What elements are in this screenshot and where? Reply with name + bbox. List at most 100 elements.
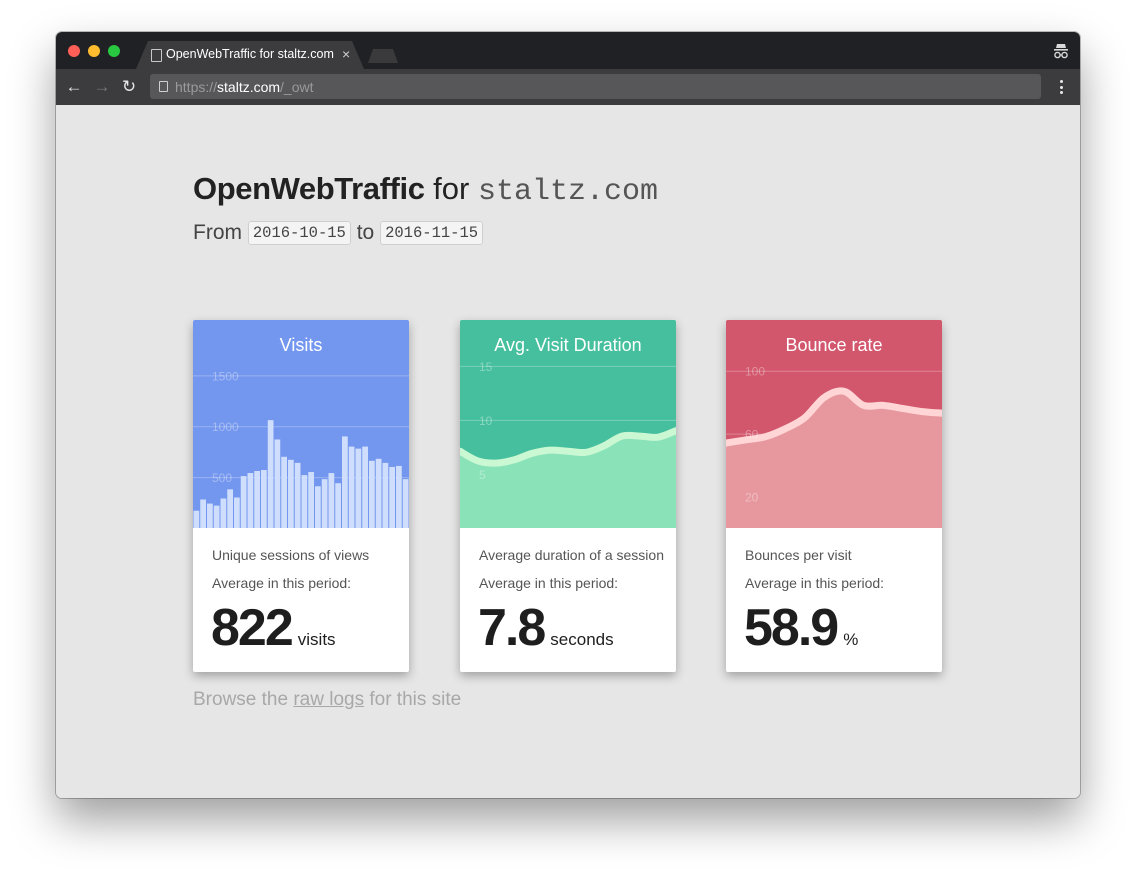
visits-unit: visits: [297, 630, 336, 649]
y-tick-label: 10: [479, 414, 493, 428]
visits-bar: [261, 469, 267, 528]
url-host: staltz.com: [217, 79, 281, 95]
title-domain: staltz.com: [477, 175, 659, 209]
url-text[interactable]: https://staltz.com/_owt: [175, 79, 314, 95]
bounce-unit: %: [843, 630, 859, 649]
visits-bar: [254, 471, 260, 528]
minimize-window-button[interactable]: [88, 45, 100, 57]
title-brand: OpenWebTraffic: [193, 171, 425, 206]
visits-bar: [281, 456, 287, 528]
visits-bar: [375, 458, 382, 528]
new-tab-button[interactable]: [368, 49, 398, 63]
url-scheme: https://: [175, 79, 218, 95]
bounce-value: 58.9%: [744, 598, 858, 658]
visits-bar: [220, 498, 227, 528]
visits-description: Unique sessions of views: [212, 547, 370, 563]
duration-unit: seconds: [550, 630, 614, 649]
visits-bar: [207, 503, 213, 528]
visits-bar: [288, 459, 294, 528]
visits-bar: [294, 462, 301, 528]
browser-menu-icon[interactable]: [1054, 77, 1070, 97]
raw-logs-suffix: for this site: [369, 689, 462, 710]
forward-arrow-icon[interactable]: →: [92, 77, 112, 97]
to-label: to: [356, 221, 375, 244]
visits-average-label: Average in this period:: [212, 575, 352, 591]
from-label: From: [193, 221, 242, 244]
visits-bar: [247, 473, 254, 528]
y-tick-label: 15: [479, 360, 493, 374]
from-date: 2016-10-15: [247, 221, 351, 245]
visits-bar: [362, 446, 368, 528]
bounce-card-title: Bounce rate: [785, 335, 883, 355]
y-tick-label: 1500: [212, 369, 239, 383]
raw-logs-line: Browse the raw logs for this site: [193, 689, 461, 711]
page-icon: [151, 49, 162, 62]
visits-bar: [227, 489, 233, 528]
duration-average-label: Average in this period:: [479, 575, 619, 591]
visits-bar: [274, 439, 281, 528]
y-tick-label: 20: [745, 491, 759, 505]
duration-card-title: Avg. Visit Duration: [494, 335, 642, 355]
visits-value: 822 visits: [211, 598, 336, 658]
visits-bar: [389, 466, 395, 528]
y-tick-label: 1000: [212, 420, 239, 434]
raw-logs-prefix: Browse the: [193, 689, 289, 710]
address-bar[interactable]: https://staltz.com/_owt: [150, 74, 1041, 99]
duration-card: 5 10 15 Avg. Visit Duration Average durati…: [460, 320, 676, 672]
y-tick-label: 60: [745, 428, 759, 442]
tab-title: OpenWebTraffic for staltz.com: [166, 47, 334, 61]
incognito-icon: [1054, 44, 1068, 59]
bounce-description: Bounces per visit: [745, 547, 852, 563]
visits-bar: [308, 472, 314, 528]
visits-bar: [369, 460, 375, 528]
visits-bar: [348, 446, 355, 528]
visits-bar: [267, 420, 274, 528]
reload-icon[interactable]: ↻: [119, 77, 139, 97]
visits-bar: [193, 510, 200, 528]
visits-bar: [355, 448, 362, 528]
page-content: OpenWebTraffic for staltz.com From 2016-…: [56, 105, 1080, 798]
title-bar: OpenWebTraffic for staltz.com ×: [56, 32, 1080, 69]
page-title: OpenWebTraffic for staltz.com: [193, 171, 658, 209]
visits-bar: [315, 486, 321, 528]
visits-bar: [213, 505, 220, 528]
duration-value: 7.8 seconds: [478, 598, 614, 658]
duration-chart-area: 5 10 15 Avg. Visit Duration: [460, 320, 676, 528]
raw-logs-link[interactable]: raw logs: [293, 689, 364, 710]
duration-description: Average duration of a session: [479, 547, 664, 563]
bounce-card: 20 60 100 Bounce rate Bounces per visit Av…: [726, 320, 942, 672]
visits-card: 500 1000 1500 Visits Unique sessions of vi…: [193, 320, 409, 672]
url-path: /_owt: [280, 79, 314, 95]
visits-bar: [321, 479, 328, 528]
visits-bar: [301, 475, 308, 528]
close-window-button[interactable]: [68, 45, 80, 57]
date-range: From 2016-10-15 to 2016-11-15: [193, 221, 484, 245]
browser-window: OpenWebTraffic for staltz.com × ← → ↻ ht…: [56, 32, 1080, 798]
y-tick-label: 100: [745, 365, 765, 379]
tab-close-icon[interactable]: ×: [342, 46, 350, 62]
browser-tab[interactable]: OpenWebTraffic for staltz.com ×: [136, 41, 364, 69]
visits-bar: [234, 497, 240, 528]
title-for: for: [433, 171, 470, 206]
bounce-average-label: Average in this period:: [745, 575, 885, 591]
to-date: 2016-11-15: [380, 221, 484, 245]
visits-card-title: Visits: [279, 335, 323, 355]
zoom-window-button[interactable]: [108, 45, 120, 57]
visits-bar: [402, 479, 409, 528]
back-arrow-icon[interactable]: ←: [64, 77, 84, 97]
visits-bar: [200, 499, 206, 528]
bounce-chart-area: 20 60 100 Bounce rate: [726, 320, 942, 528]
visits-bar: [335, 483, 341, 528]
page-info-icon[interactable]: [159, 81, 168, 92]
duration-number: 7.8: [478, 599, 546, 657]
bounce-number: 58.9: [744, 599, 839, 657]
visits-bar: [342, 436, 348, 528]
visits-chart-area: 500 1000 1500 Visits: [193, 320, 409, 528]
visits-bar: [396, 465, 402, 528]
visits-bar: [382, 462, 389, 528]
y-tick-label: 5: [479, 468, 486, 482]
visits-bar: [240, 476, 247, 528]
visits-number: 822: [211, 599, 294, 657]
y-tick-label: 500: [212, 471, 232, 485]
browser-toolbar: ← → ↻ https://staltz.com/_owt: [56, 69, 1080, 105]
